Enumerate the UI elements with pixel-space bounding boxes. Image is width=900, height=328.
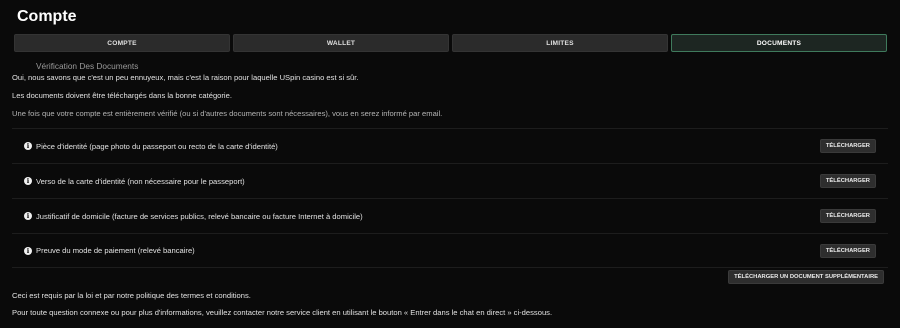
document-label: Preuve du mode de paiement (relevé banca… <box>36 246 195 255</box>
account-tabs: COMPTE WALLET LIMITES DOCUMENTS <box>14 34 887 52</box>
info-icon: i <box>24 246 32 255</box>
document-row-address: i Justificatif de domicile (facture de s… <box>12 198 888 233</box>
tab-documents[interactable]: DOCUMENTS <box>671 34 887 52</box>
email-note: Une fois que votre compte est entièremen… <box>12 109 443 118</box>
document-label: Verso de la carte d'identité (non nécess… <box>36 176 245 186</box>
document-label: Justificatif de domicile (facture de ser… <box>36 211 363 221</box>
document-row-payment: i Preuve du mode de paiement (relevé ban… <box>12 233 888 268</box>
upload-payment-button[interactable]: TÉLÉCHARGER <box>819 243 876 258</box>
info-icon: i <box>24 212 32 220</box>
document-row-id-back: i Verso de la carte d'identité (non néce… <box>12 163 888 198</box>
document-list: i Pièce d'identité (page photo du passep… <box>12 128 888 268</box>
document-label: Pièce d'identité (page photo du passepor… <box>36 141 278 151</box>
info-icon: i <box>24 142 32 150</box>
legal-note: Ceci est requis par la loi et par notre … <box>12 291 251 300</box>
section-title: Vérification Des Documents <box>36 61 139 71</box>
page-title: Compte <box>17 8 77 25</box>
tab-wallet[interactable]: WALLET <box>233 34 449 52</box>
tab-compte[interactable]: COMPTE <box>14 34 230 52</box>
tab-limites[interactable]: LIMITES <box>452 34 668 52</box>
contact-note: Pour toute question connexe ou pour plus… <box>12 308 553 317</box>
upload-id-back-button[interactable]: TÉLÉCHARGER <box>819 174 876 188</box>
upload-identity-button[interactable]: TÉLÉCHARGER <box>819 139 876 153</box>
upload-additional-document-button[interactable]: TÉLÉCHARGER UN DOCUMENT SUPPLÉMENTAIRE <box>728 270 884 284</box>
upload-address-button[interactable]: TÉLÉCHARGER <box>819 209 876 223</box>
document-row-identity: i Pièce d'identité (page photo du passep… <box>12 128 888 163</box>
upload-note: Les documents doivent être téléchargés d… <box>12 91 232 100</box>
info-icon: i <box>24 177 32 185</box>
intro-text: Oui, nous savons que c'est un peu ennuye… <box>12 73 359 82</box>
